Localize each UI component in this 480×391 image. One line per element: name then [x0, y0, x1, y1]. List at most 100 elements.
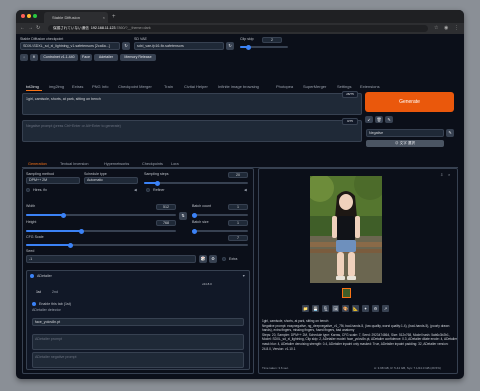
batch-size-knob[interactable]	[192, 228, 197, 234]
seed-input[interactable]: -1	[26, 255, 196, 263]
image-thumbnail[interactable]	[342, 288, 351, 298]
hires-fix-checkbox[interactable]	[26, 188, 30, 192]
save-icon[interactable]: 💾	[312, 305, 319, 312]
subtab-lora[interactable]: Lora	[171, 162, 179, 166]
checkpoint-select[interactable]: SDXL\SDXL_sd_xl_lightning_v1.safetensors…	[20, 42, 120, 50]
trash-icon[interactable]: 🗑	[375, 116, 383, 123]
subtab-generation[interactable]: Generation	[28, 162, 47, 166]
subtab-textual-inversion[interactable]: Textual Inversion	[60, 162, 89, 166]
extra-checkbox[interactable]	[222, 257, 226, 261]
back-icon[interactable]: ←	[20, 25, 25, 32]
tab-checkpoint-merger[interactable]: Checkpoint Merger	[118, 84, 152, 89]
tab-civitai-helper[interactable]: Civitai Helper	[184, 84, 208, 89]
minimize-window-icon[interactable]	[27, 14, 31, 18]
adetailer-tab-2nd[interactable]: 2nd	[52, 290, 58, 294]
send-to-photopea-icon[interactable]: ✦	[362, 305, 369, 312]
refresh-vae-icon[interactable]: ↻	[226, 42, 234, 50]
height-knob[interactable]	[79, 228, 84, 234]
clip-skip-knob[interactable]	[246, 44, 251, 50]
memory-release-button[interactable]: Memory Release	[120, 54, 156, 61]
download-icon[interactable]: ⇩	[440, 172, 443, 177]
forward-icon[interactable]: →	[28, 25, 33, 32]
sampling-steps-slider[interactable]	[144, 180, 248, 186]
upscale-icon[interactable]: ↗	[382, 305, 389, 312]
batch-count-input[interactable]: 1	[228, 204, 248, 210]
edit-style-icon[interactable]: ✎	[446, 129, 454, 137]
tab-txt2img[interactable]: txt2img	[26, 84, 39, 89]
quick-button-2[interactable]: ⬆	[30, 54, 38, 61]
sampling-steps-input[interactable]: 20	[228, 172, 248, 178]
adetailer-collapse-icon[interactable]: ▼	[242, 274, 246, 278]
hires-expand-icon[interactable]: ◀	[134, 188, 137, 192]
zip-icon[interactable]: 🗜	[322, 305, 329, 312]
prompt-textarea[interactable]: 1girl, camisole, shorts, at park, sittin…	[22, 93, 362, 115]
cfg-scale-slider[interactable]	[26, 242, 248, 248]
random-seed-icon[interactable]: 🎲	[199, 255, 207, 263]
tab-img2img[interactable]: img2img	[49, 84, 64, 89]
clip-skip-input[interactable]: 2	[262, 37, 282, 43]
width-slider[interactable]	[26, 212, 176, 218]
profile-icon[interactable]: ◉	[444, 25, 448, 32]
height-slider[interactable]	[26, 228, 176, 234]
refiner-expand-icon[interactable]: ◀	[244, 188, 247, 192]
tab-close-icon[interactable]: ×	[103, 12, 105, 23]
tab-photopea[interactable]: Photopea	[276, 84, 293, 89]
sampling-method-select[interactable]: DPM++ 2M	[26, 177, 80, 184]
new-tab-icon[interactable]: +	[112, 12, 116, 22]
tab-supermerger[interactable]: SuperMerger	[303, 84, 326, 89]
height-input[interactable]: 768	[156, 220, 176, 226]
batch-size-input[interactable]: 1	[228, 220, 248, 226]
open-folder-icon[interactable]: 📁	[302, 305, 309, 312]
cfg-scale-input[interactable]: 7	[228, 235, 248, 241]
tab-infinite-image-browsing[interactable]: Infinite image browsing	[218, 84, 259, 89]
close-gallery-icon[interactable]: ×	[448, 172, 450, 177]
negative-prompt-textarea[interactable]: Negative prompt (press Ctrl+Enter or Alt…	[22, 120, 362, 142]
send-to-controlnet-icon[interactable]: ⚙	[372, 305, 379, 312]
vae-select[interactable]: sdxl_vae-fp16-fix.safetensors	[134, 42, 224, 50]
schedule-type-select[interactable]: Automatic	[84, 177, 138, 184]
adetailer-button[interactable]: Adetailer	[94, 54, 118, 61]
generate-button[interactable]: Generate	[365, 92, 454, 112]
cfg-scale-knob[interactable]	[67, 242, 73, 248]
batch-count-knob[interactable]	[192, 212, 197, 218]
refiner-checkbox[interactable]	[146, 188, 150, 192]
close-window-icon[interactable]	[21, 14, 25, 18]
browser-tab[interactable]: Stable Diffusion ×	[44, 12, 108, 23]
batch-size-slider[interactable]	[192, 228, 248, 234]
send-to-img2img-icon[interactable]: 🖼	[332, 305, 339, 312]
tab-train[interactable]: Train	[164, 84, 173, 89]
adetailer-prompt-textarea[interactable]: ADetailer prompt	[32, 334, 244, 350]
styles-select[interactable]: Negative	[366, 129, 444, 137]
bookmark-icon[interactable]: ☆	[434, 25, 438, 32]
controlnet-button[interactable]: Controlnet v1.1.440	[40, 54, 78, 61]
menu-icon[interactable]: ⋮	[454, 25, 459, 32]
enable-tab-checkbox[interactable]	[32, 302, 36, 306]
style-apply-icon[interactable]: ✎	[385, 116, 393, 123]
send-to-extras-icon[interactable]: 📐	[352, 305, 359, 312]
width-knob[interactable]	[61, 212, 66, 218]
adetailer-negative-textarea[interactable]: ADetailer negative prompt	[32, 352, 244, 368]
tab-extras[interactable]: Extras	[72, 84, 83, 89]
subtab-hypernetworks[interactable]: Hypernetworks	[104, 162, 129, 166]
clip-skip-slider[interactable]	[240, 44, 288, 50]
adetailer-checkbox[interactable]	[30, 274, 34, 278]
style-select-button[interactable]: ⊘ 文字 選択	[366, 140, 444, 147]
reuse-seed-icon[interactable]: ♻	[209, 255, 217, 263]
generated-image[interactable]	[310, 176, 382, 283]
swap-dimensions-icon[interactable]: ⇅	[179, 212, 187, 220]
refresh-checkpoint-icon[interactable]: ↻	[122, 42, 130, 50]
adetailer-model-select[interactable]: face_yolov8n.pt	[32, 318, 244, 326]
face-button[interactable]: Face	[80, 54, 92, 61]
read-params-icon[interactable]: ↙	[365, 116, 373, 123]
maximize-window-icon[interactable]	[33, 14, 37, 18]
send-to-inpaint-icon[interactable]: 🎨	[342, 305, 349, 312]
quick-button-1[interactable]: ↓	[20, 54, 28, 61]
tab-extensions[interactable]: Extensions	[360, 84, 380, 89]
adetailer-tab-1st[interactable]: 1st	[36, 290, 41, 294]
sampling-steps-knob[interactable]	[155, 180, 161, 186]
reload-icon[interactable]: ↻	[36, 25, 40, 32]
url-input[interactable]: 保護されていない通信 192.168.11.123:7860/?__theme=…	[48, 25, 428, 32]
batch-count-slider[interactable]	[192, 212, 248, 218]
width-input[interactable]: 512	[156, 204, 176, 210]
subtab-checkpoints[interactable]: Checkpoints	[142, 162, 163, 166]
